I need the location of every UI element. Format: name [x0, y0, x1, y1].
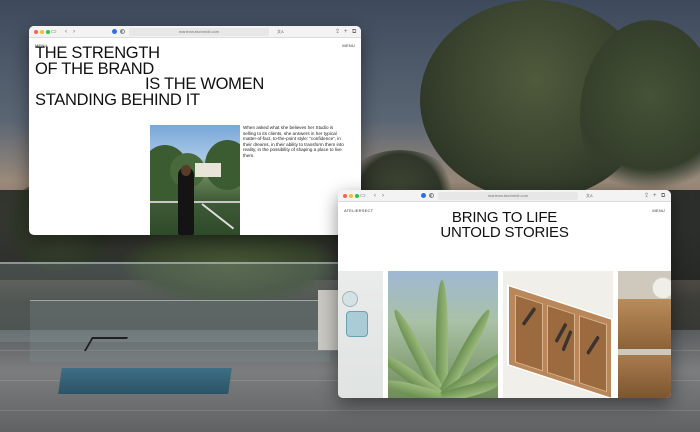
reader-icon[interactable] — [120, 29, 125, 34]
headline-line: UNTOLD STORIES — [440, 224, 569, 241]
address-bar[interactable]: marieneutschmidt.com — [129, 28, 269, 36]
pool — [58, 368, 232, 394]
tabs-overview-icon[interactable]: ⧉ — [352, 28, 356, 36]
headline-line: STANDING BEHIND IT — [35, 90, 200, 109]
window-controls — [34, 30, 50, 34]
browser-window-stories[interactable]: ▭ ‹ › marieneutschmidt.com 文A ⇪ + ⧉ ATEL… — [338, 190, 671, 398]
wooden-drawer — [507, 283, 613, 398]
chevron-right-icon[interactable]: › — [382, 192, 384, 200]
villa — [195, 163, 221, 177]
minimize-window-button[interactable] — [40, 30, 44, 34]
headline-line: BRING TO LIFE — [451, 209, 558, 226]
sidebar-icon[interactable]: ▭ — [360, 192, 366, 200]
browser-toolbar: ▭ ‹ › marieneutschmidt.com 文A ⇪ + ⧉ — [29, 26, 361, 38]
gallery-image-agave[interactable] — [388, 271, 498, 398]
tabs-overview-icon[interactable]: ⧉ — [661, 192, 665, 200]
menu-link[interactable]: MENU — [342, 43, 355, 48]
wood-cabinet — [618, 355, 671, 398]
close-window-button[interactable] — [343, 194, 347, 198]
zoom-window-button[interactable] — [355, 194, 359, 198]
share-icon[interactable]: ⇪ — [644, 192, 649, 200]
close-window-button[interactable] — [34, 30, 38, 34]
woman-figure — [178, 167, 194, 235]
wood-cabinet — [618, 299, 671, 349]
address-bar[interactable]: marieneutschmidt.com — [438, 192, 578, 200]
browser-toolbar: ▭ ‹ › marieneutschmidt.com 文A ⇪ + ⧉ — [338, 190, 671, 202]
gallery-image-cabinet[interactable] — [618, 271, 671, 398]
gallery-image-glass[interactable] — [338, 271, 383, 398]
glass-cup — [346, 311, 368, 337]
translate-icon[interactable]: 文A — [277, 28, 284, 36]
zoom-window-button[interactable] — [46, 30, 50, 34]
page-headline: BRING TO LIFE UNTOLD STORIES — [338, 210, 671, 240]
plus-icon[interactable]: + — [344, 28, 348, 36]
gallery-image-drawer[interactable] — [503, 271, 613, 398]
window-controls — [343, 194, 359, 198]
plus-icon[interactable]: + — [653, 192, 657, 200]
sidebar-icon[interactable]: ▭ — [51, 28, 57, 36]
chevron-left-icon[interactable]: ‹ — [65, 28, 67, 36]
privacy-shield-icon[interactable] — [112, 29, 117, 34]
terrace-wall — [318, 290, 340, 350]
translate-icon[interactable]: 文A — [586, 192, 593, 200]
intro-paragraph: When asked what she believes her Studio … — [243, 125, 344, 158]
page-headline: THE STRENGTH OF THE BRAND IS THE WOMEN S… — [35, 45, 264, 109]
railing — [201, 203, 235, 230]
privacy-shield-icon[interactable] — [421, 193, 426, 198]
reader-icon[interactable] — [429, 193, 434, 198]
browser-window-brand[interactable]: ▭ ‹ › marieneutschmidt.com 文A ⇪ + ⧉ MENU… — [29, 26, 361, 235]
portrait-photo — [150, 125, 240, 235]
share-icon[interactable]: ⇪ — [335, 28, 340, 36]
woman-head — [181, 165, 191, 176]
chevron-right-icon[interactable]: › — [73, 28, 75, 36]
railing — [150, 201, 240, 203]
glass-railing — [30, 300, 330, 362]
chevron-left-icon[interactable]: ‹ — [374, 192, 376, 200]
minimize-window-button[interactable] — [349, 194, 353, 198]
